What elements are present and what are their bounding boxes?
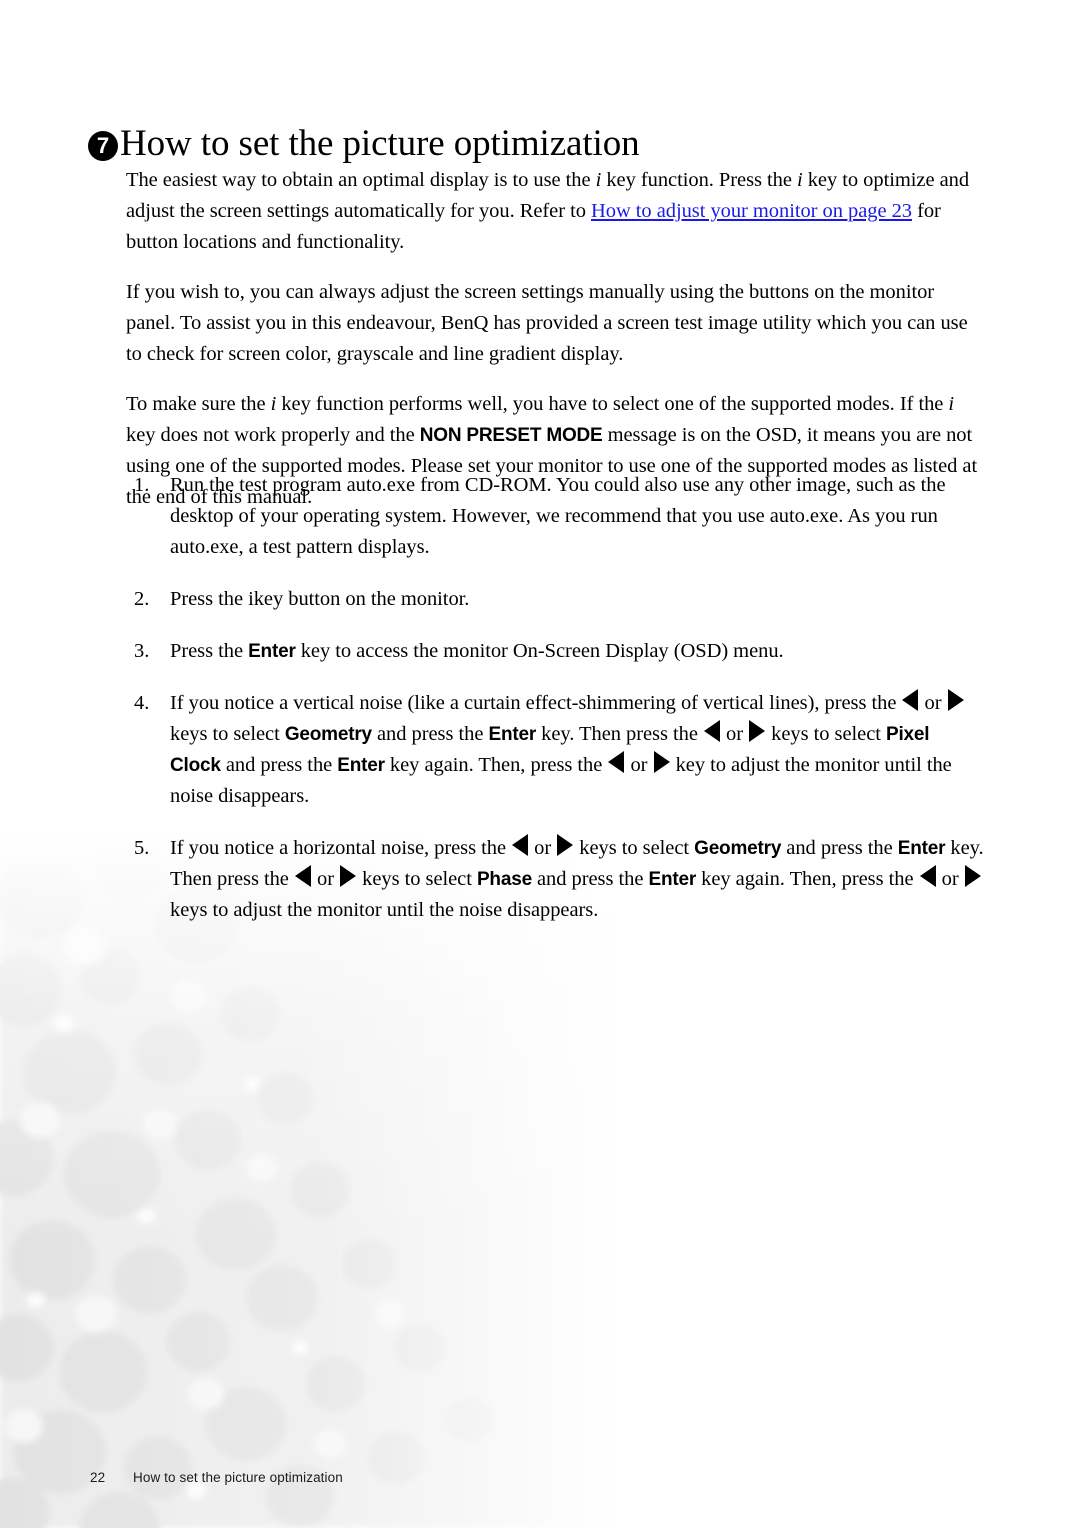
list-item: 5. If you notice a horizontal noise, pres… (126, 833, 984, 926)
step4-seg6: or (720, 723, 749, 745)
step-number: 2. (134, 588, 150, 610)
list-item: 3. Press the Enter key to access the moni… (126, 636, 984, 667)
left-arrow-icon (294, 865, 311, 887)
key-enter: Enter (648, 869, 697, 890)
right-arrow-icon (340, 865, 357, 887)
numbered-steps-list: 1. Run the test program auto.exe from CD-… (126, 470, 984, 926)
menu-phase: Phase (476, 869, 532, 890)
step5-seg2: or (529, 837, 557, 859)
step5-seg1: If you notice a horizontal noise, press … (170, 837, 512, 859)
menu-geometry: Geometry (284, 724, 372, 745)
right-arrow-icon (653, 751, 670, 773)
p3-seg3: key does not work properly and the (126, 424, 420, 446)
right-arrow-icon (557, 834, 574, 856)
page-title: 7 How to set the picture optimization (88, 122, 988, 164)
p1-seg2: key function. Press the (601, 169, 797, 191)
p1-seg1: The easiest way to obtain an optimal dis… (126, 169, 596, 191)
left-arrow-icon (703, 720, 720, 742)
step5-seg8: and press the (531, 868, 649, 890)
step4-seg8: and press the (220, 754, 338, 776)
step5-seg10: or (936, 868, 964, 890)
key-enter: Enter (897, 838, 946, 859)
chapter-number-badge: 7 (88, 130, 118, 161)
key-enter: Enter (337, 755, 385, 776)
key-enter: Enter (488, 724, 537, 745)
step4-seg3: keys to select (170, 723, 285, 745)
step3-seg1: Press the (170, 640, 249, 662)
osd-message-non-preset-mode: NON PRESET MODE (419, 425, 603, 446)
step3-seg2: key to access the monitor On-Screen Disp… (295, 640, 784, 662)
step4-seg9: key again. Then, press the (384, 754, 608, 776)
right-arrow-icon (947, 689, 964, 711)
paragraph-2: If you wish to, you can always adjust th… (126, 281, 968, 365)
list-item: 1. Run the test program auto.exe from CD-… (126, 470, 984, 563)
document-page: 7 How to set the picture optimization The… (0, 0, 1080, 1528)
p3-seg1: To make sure the (126, 393, 271, 415)
list-item: 2. Press the ikey button on the monitor. (126, 584, 984, 615)
step-text: Press the ikey button on the monitor. (170, 588, 470, 610)
step5-seg3: keys to select (574, 837, 695, 859)
step-number: 5. (134, 837, 150, 859)
p3-seg2: key function performs well, you have to … (276, 393, 949, 415)
step4-seg10: or (625, 754, 653, 776)
step-number: 1. (134, 474, 150, 496)
step5-seg4: and press the (781, 837, 898, 859)
step5-seg6: or (311, 868, 340, 890)
step4-seg5: key. Then press the (536, 723, 703, 745)
page-title-text: How to set the picture optimization (120, 122, 640, 164)
page-footer: 22 How to set the picture optimization (90, 1470, 343, 1485)
footer-page-number: 22 (90, 1470, 106, 1485)
right-arrow-icon (964, 865, 981, 887)
key-enter: Enter (248, 641, 296, 662)
step5-seg9: key again. Then, press the (696, 868, 919, 890)
left-arrow-icon (608, 751, 625, 773)
link-how-to-adjust-your-monitor[interactable]: How to adjust your monitor on page 23 (591, 200, 912, 222)
left-arrow-icon (902, 689, 919, 711)
footer-running-title: How to set the picture optimization (133, 1470, 343, 1485)
intro-paragraphs: The easiest way to obtain an optimal dis… (126, 165, 981, 513)
paragraph-1: The easiest way to obtain an optimal dis… (126, 165, 981, 258)
list-item: 4. If you notice a vertical noise (like a… (126, 688, 984, 812)
step4-seg7: keys to select (766, 723, 886, 745)
step5-seg11: keys to adjust the monitor until the noi… (170, 899, 599, 921)
step4-seg2: or (919, 692, 947, 714)
left-arrow-icon (919, 865, 936, 887)
right-arrow-icon (749, 720, 766, 742)
step-text: Run the test program auto.exe from CD-RO… (170, 474, 946, 558)
step5-seg7: keys to select (357, 868, 477, 890)
left-arrow-icon (512, 834, 529, 856)
menu-geometry: Geometry (694, 838, 782, 859)
step-number: 3. (134, 640, 150, 662)
step4-seg1: If you notice a vertical noise (like a c… (170, 692, 902, 714)
step4-seg4: and press the (371, 723, 489, 745)
p3-ikey-italic-2: i (948, 393, 955, 415)
step-number: 4. (134, 692, 150, 714)
